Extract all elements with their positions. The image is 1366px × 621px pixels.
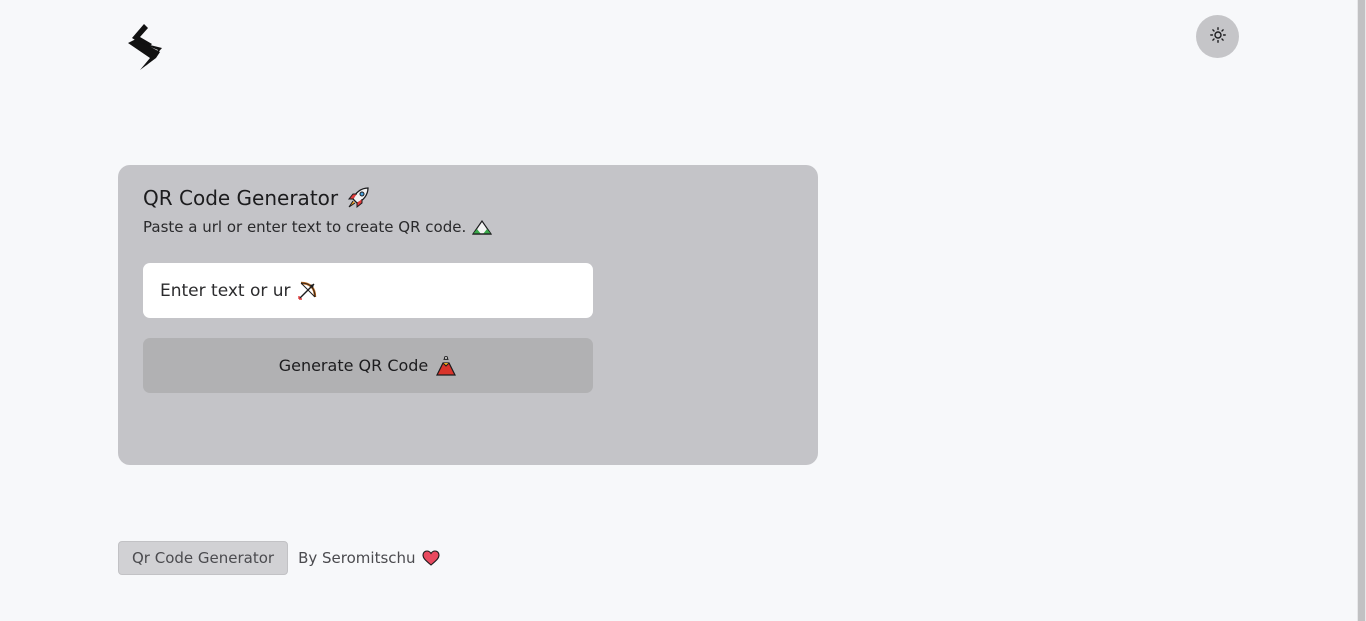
logo-icon[interactable] xyxy=(128,24,164,70)
card-subtitle: Paste a url or enter text to create QR c… xyxy=(143,218,493,236)
card-title: QR Code Generator xyxy=(143,185,371,211)
sun-icon xyxy=(1209,26,1226,47)
mountain-icon xyxy=(472,219,493,235)
qr-text-input[interactable] xyxy=(160,280,292,301)
qr-text-input-field[interactable] xyxy=(143,263,593,318)
generate-qr-button[interactable]: Generate QR Code xyxy=(143,338,593,393)
vertical-scrollbar[interactable] xyxy=(1357,0,1366,621)
qr-generator-card: QR Code Generator Paste a url or enter t… xyxy=(118,165,818,465)
card-subtitle-text: Paste a url or enter text to create QR c… xyxy=(143,218,467,236)
generate-qr-button-label: Generate QR Code xyxy=(278,356,429,375)
footer: Qr Code Generator By Seromitschu xyxy=(118,541,440,575)
bow-and-arrow-icon xyxy=(296,280,318,302)
footer-credit-text: By Seromitschu xyxy=(298,549,416,567)
rocket-icon xyxy=(345,185,371,211)
footer-app-badge: Qr Code Generator xyxy=(118,541,289,575)
scrollbar-thumb[interactable] xyxy=(1358,0,1365,621)
card-title-text: QR Code Generator xyxy=(143,186,339,210)
theme-toggle-button[interactable] xyxy=(1196,15,1239,58)
footer-credit: By Seromitschu xyxy=(298,549,440,567)
volcano-icon xyxy=(435,355,457,377)
heart-icon xyxy=(421,550,440,566)
